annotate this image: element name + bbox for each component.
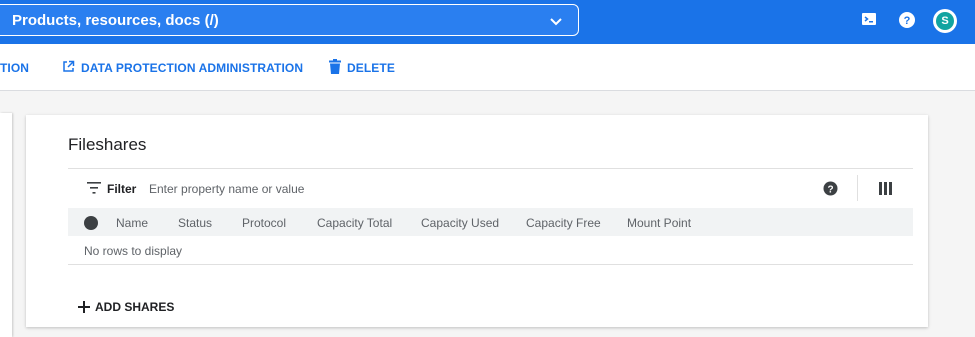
table-header: Name Status Protocol Capacity Total Capa… (68, 208, 913, 236)
filter-input[interactable]: Enter property name or value (149, 182, 304, 196)
svg-text:?: ? (904, 15, 911, 27)
column-header-capacity-used[interactable]: Capacity Used (421, 216, 499, 230)
terminal-icon[interactable] (861, 11, 877, 32)
select-all-radio[interactable] (84, 216, 98, 230)
trash-icon (329, 59, 341, 79)
filter-label[interactable]: Filter (107, 182, 136, 196)
card-title: Fileshares (68, 135, 147, 154)
svg-text:?: ? (827, 184, 833, 195)
help-icon[interactable]: ? (898, 11, 916, 34)
search-input[interactable]: Products, resources, docs (/) (12, 12, 219, 29)
open-in-new-icon (62, 60, 75, 78)
empty-message: No rows to display (84, 244, 183, 258)
column-header-capacity-free[interactable]: Capacity Free (526, 216, 601, 230)
plus-icon (78, 301, 90, 316)
add-shares-button[interactable]: ADD SHARES (78, 300, 174, 316)
action-bar: TION DATA PROTECTION ADMINISTRATION DELE… (0, 44, 975, 91)
column-header-protocol[interactable]: Protocol (242, 216, 286, 230)
add-shares-label: ADD SHARES (95, 300, 175, 314)
column-header-capacity-total[interactable]: Capacity Total (317, 216, 392, 230)
column-header-mount-point[interactable]: Mount Point (627, 216, 691, 230)
filter-row: Filter Enter property name or value ? (68, 168, 913, 209)
filter-icon (87, 181, 101, 199)
data-protection-button[interactable]: DATA PROTECTION ADMINISTRATION (81, 61, 303, 75)
truncated-action-button[interactable]: TION (0, 61, 29, 75)
empty-table-row: No rows to display (68, 236, 913, 265)
avatar-letter: S (936, 12, 954, 30)
left-panel (0, 113, 12, 337)
avatar[interactable]: S (933, 9, 957, 33)
column-header-status[interactable]: Status (178, 216, 212, 230)
column-picker-icon[interactable] (879, 182, 892, 200)
chevron-down-icon[interactable] (548, 13, 564, 34)
top-bar: Products, resources, docs (/) ? S (0, 0, 975, 44)
fileshares-card: Fileshares Filter Enter property name or… (26, 115, 928, 327)
help-icon[interactable]: ? (823, 181, 838, 201)
search-box[interactable]: Products, resources, docs (/) (0, 4, 579, 36)
divider (857, 175, 858, 201)
delete-button[interactable]: DELETE (347, 61, 395, 75)
column-header-name[interactable]: Name (116, 216, 148, 230)
